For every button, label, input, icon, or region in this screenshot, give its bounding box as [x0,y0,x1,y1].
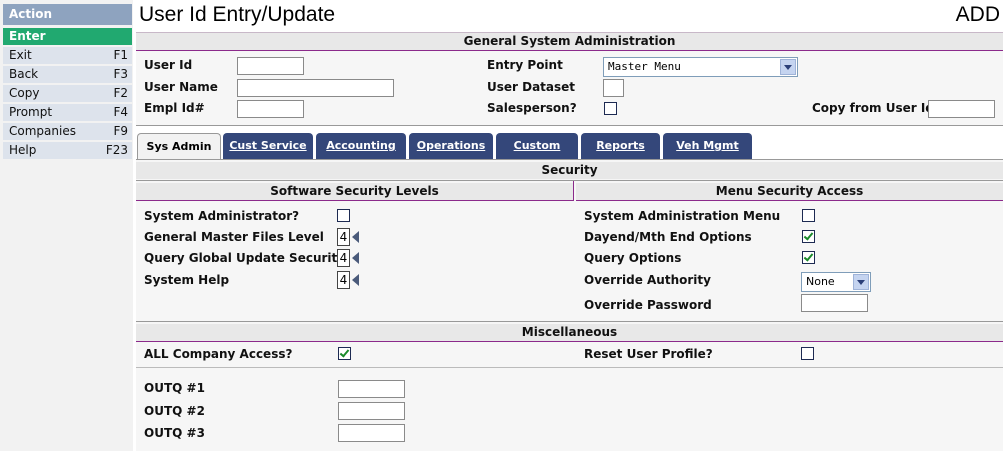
query-options-checkbox[interactable] [802,251,815,264]
gen-master-label: General Master Files Level [144,230,324,244]
tab-custom[interactable]: Custom [496,133,578,159]
tab-sys-admin[interactable]: Sys Admin [137,133,221,159]
security-title: Security [136,162,1003,179]
tab-operations[interactable]: Operations [409,133,493,159]
empl-id-input[interactable] [237,100,304,118]
sys-admin-checkbox[interactable] [337,209,350,222]
system-help-level[interactable]: 4 [337,271,350,289]
user-dataset-label: User Dataset [487,80,576,94]
query-global-label: Query Global Update Security [144,251,346,265]
tab-accounting[interactable]: Accounting [316,133,406,159]
gen-master-level[interactable]: 4 [337,228,350,246]
action-header: Action [3,4,132,25]
checkmark-icon [803,251,814,262]
menu-companies[interactable]: Companies F9 [3,123,132,140]
prompt-arrow-icon[interactable] [352,252,359,264]
chevron-down-icon[interactable] [780,59,796,75]
checkmark-icon [803,230,814,241]
entry-point-value: Master Menu [608,60,681,73]
menu-prompt[interactable]: Prompt F4 [3,104,132,121]
user-dataset-input[interactable] [603,79,624,97]
outq1-input[interactable] [338,380,405,398]
menu-key: F1 [113,48,128,62]
copy-from-input[interactable] [928,100,995,118]
all-company-label: ALL Company Access? [144,347,293,361]
user-name-input[interactable] [237,79,394,97]
user-name-label: User Name [144,80,218,94]
misc-title: Miscellaneous [136,324,1003,341]
query-global-level[interactable]: 4 [337,249,350,267]
tab-veh-mgmt[interactable]: Veh Mgmt [663,133,752,159]
override-password-input[interactable] [801,294,868,312]
prompt-arrow-icon[interactable] [352,231,359,243]
outq1-label: OUTQ #1 [144,381,205,395]
menu-enter[interactable]: Enter [3,28,132,45]
menu-key: F2 [113,86,128,100]
override-authority-label: Override Authority [584,273,711,287]
system-help-label: System Help [144,273,230,287]
menu-key: F9 [113,124,128,138]
user-id-input[interactable] [237,57,304,75]
salesperson-label: Salesperson? [487,101,577,115]
menu-label: Copy [9,86,40,100]
page-title: User Id Entry/Update [139,3,336,26]
software-levels-title: Software Security Levels [136,183,573,200]
prompt-arrow-icon[interactable] [352,274,359,286]
query-options-label: Query Options [584,251,682,265]
user-id-label: User Id [144,58,193,72]
salesperson-checkbox[interactable] [604,102,617,115]
dayend-label: Dayend/Mth End Options [584,230,752,244]
menu-label: Companies [9,124,76,138]
empl-id-label: Empl Id# [144,101,205,115]
mode-label: ADD [955,3,1000,26]
tab-cust-service[interactable]: Cust Service [223,133,313,159]
outq3-label: OUTQ #3 [144,426,205,440]
chevron-down-icon[interactable] [853,274,869,290]
outq2-input[interactable] [338,402,405,420]
override-authority-select[interactable]: None [801,272,871,292]
action-sidebar: Action Enter Exit F1 Back F3 Copy F2 Pro… [0,0,133,451]
menu-key: F3 [113,67,128,81]
sys-admin-menu-checkbox[interactable] [802,209,815,222]
sys-admin-menu-label: System Administration Menu [584,209,781,223]
menu-help[interactable]: Help F23 [3,142,132,159]
menu-back[interactable]: Back F3 [3,66,132,83]
copy-from-label: Copy from User Id [812,101,934,115]
all-company-checkbox[interactable] [338,347,351,360]
entry-point-select[interactable]: Master Menu [603,57,798,77]
sys-admin-label: System Administrator? [144,209,300,223]
menu-label: Help [9,143,37,157]
menu-access-title: Menu Security Access [576,183,1003,200]
entry-point-label: Entry Point [487,58,563,72]
menu-label: Prompt [9,105,53,119]
menu-label: Back [9,67,39,81]
reset-profile-label: Reset User Profile? [584,347,713,361]
menu-copy[interactable]: Copy F2 [3,85,132,102]
menu-key: F23 [105,143,128,157]
menu-key: F4 [113,105,128,119]
reset-profile-checkbox[interactable] [801,347,814,360]
override-authority-value: None [806,275,835,288]
tab-reports[interactable]: Reports [581,133,660,159]
menu-label: Exit [9,48,32,62]
general-admin-title: General System Administration [136,33,1003,50]
outq2-label: OUTQ #2 [144,404,205,418]
outq3-input[interactable] [338,424,405,442]
checkmark-icon [339,347,350,358]
menu-exit[interactable]: Exit F1 [3,47,132,64]
dayend-checkbox[interactable] [802,230,815,243]
override-password-label: Override Password [584,298,712,312]
